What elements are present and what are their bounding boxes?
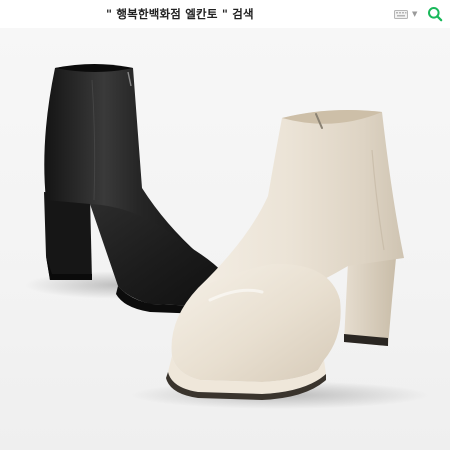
page: " 행복한백화점 엘칸토 " 검색 ▼ xyxy=(0,0,450,450)
keyboard-icon xyxy=(394,9,408,19)
caret-down-icon: ▼ xyxy=(412,10,418,18)
black-boot xyxy=(44,64,238,314)
search-bar[interactable]: " 행복한백화점 엘칸토 " 검색 ▼ xyxy=(0,0,450,29)
product-image xyxy=(0,28,450,450)
keyboard-toggle-button[interactable]: ▼ xyxy=(394,8,424,20)
boots-illustration xyxy=(25,64,430,409)
search-query-text[interactable]: " 행복한백화점 엘칸토 " 검색 xyxy=(106,6,254,22)
search-icon[interactable] xyxy=(427,6,443,22)
